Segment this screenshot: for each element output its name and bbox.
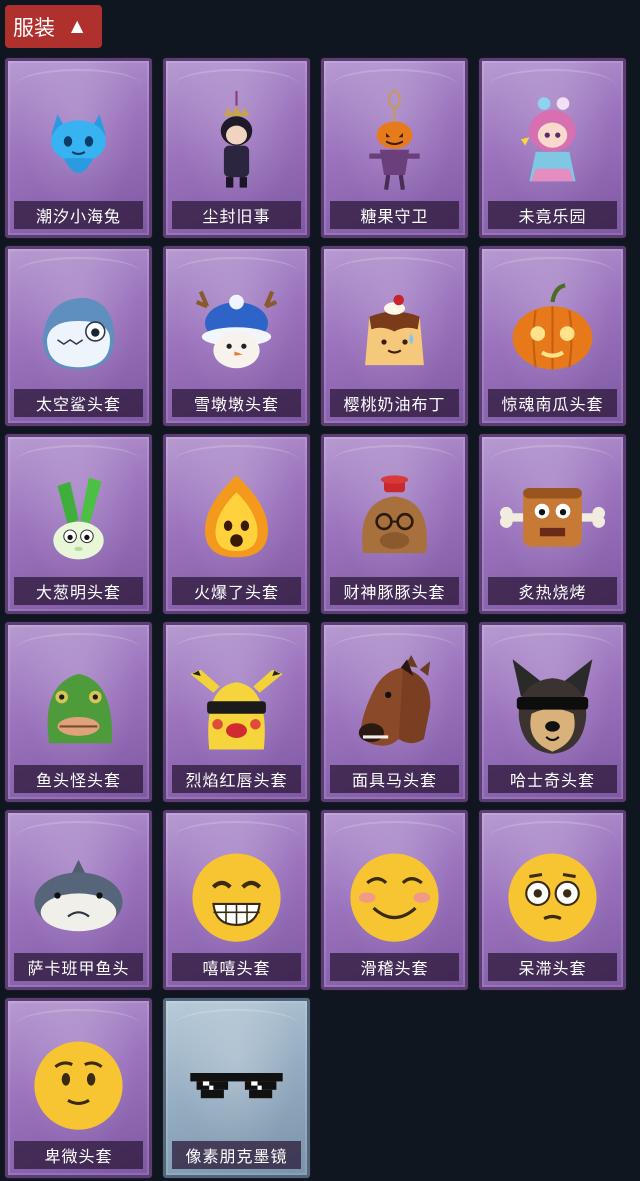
costume-card[interactable]: 惊魂南瓜头套 — [479, 246, 626, 426]
costume-name: 萨卡班甲鱼头 — [14, 953, 143, 981]
bbq-meat-icon — [500, 463, 605, 575]
costume-card[interactable]: 太空鲨头套 — [5, 246, 152, 426]
fish-head-icon — [26, 651, 131, 763]
costume-card[interactable]: 嘻嘻头套 — [163, 810, 310, 990]
costume-name: 鱼头怪头套 — [14, 765, 143, 793]
costume-name: 火爆了头套 — [172, 577, 301, 605]
costume-card[interactable]: 面具马头套 — [321, 622, 468, 802]
pudding-head-icon — [342, 275, 447, 387]
costume-card[interactable]: 雪墩墩头套 — [163, 246, 310, 426]
blank-stare-emoji-head-icon — [500, 839, 605, 951]
costume-card[interactable]: 萨卡班甲鱼头 — [5, 810, 152, 990]
snowman-head-icon — [184, 275, 289, 387]
costume-grid: 潮汐小海兔 尘封旧事 糖果守卫 未竟乐园 太空鲨头套 雪墩墩头套 樱桃奶油布丁 … — [5, 58, 626, 1178]
costume-name: 财神豚豚头套 — [330, 577, 459, 605]
costume-card[interactable]: 炙热烧烤 — [479, 434, 626, 614]
grin-emoji-head-icon — [184, 839, 289, 951]
costume-name: 像素朋克墨镜 — [172, 1141, 301, 1169]
sea-rabbit-icon — [26, 87, 131, 199]
category-title: 服装 — [13, 15, 55, 40]
yellow-mascot-head-icon — [184, 651, 289, 763]
husky-head-icon — [500, 651, 605, 763]
costume-name: 哈士奇头套 — [488, 765, 617, 793]
pumpkin-head-icon — [500, 275, 605, 387]
costume-card[interactable]: 大葱明头套 — [5, 434, 152, 614]
costume-card[interactable]: 呆滞头套 — [479, 810, 626, 990]
costume-card[interactable]: 糖果守卫 — [321, 58, 468, 238]
costume-name: 炙热烧烤 — [488, 577, 617, 605]
costume-card[interactable]: 鱼头怪头套 — [5, 622, 152, 802]
silly-smile-emoji-head-icon — [342, 839, 447, 951]
costume-name: 大葱明头套 — [14, 577, 143, 605]
costume-card[interactable]: 像素朋克墨镜 — [163, 998, 310, 1178]
pumpkin-scarecrow-charm-icon — [342, 87, 447, 199]
costume-name: 面具马头套 — [330, 765, 459, 793]
costume-card[interactable]: 财神豚豚头套 — [321, 434, 468, 614]
costume-card[interactable]: 火爆了头套 — [163, 434, 310, 614]
costume-name: 太空鲨头套 — [14, 389, 143, 417]
costume-name: 嘻嘻头套 — [172, 953, 301, 981]
costume-card[interactable]: 潮汐小海兔 — [5, 58, 152, 238]
costume-card[interactable]: 哈士奇头套 — [479, 622, 626, 802]
humble-emoji-head-icon — [26, 1027, 131, 1139]
costume-name: 樱桃奶油布丁 — [330, 389, 459, 417]
sacabambaspis-head-icon — [26, 839, 131, 951]
costume-card[interactable]: 樱桃奶油布丁 — [321, 246, 468, 426]
chevron-up-icon[interactable]: ▲ — [71, 17, 83, 34]
pixel-sunglasses-icon — [184, 1027, 289, 1139]
costume-name: 烈焰红唇头套 — [172, 765, 301, 793]
costume-card[interactable]: 未竟乐园 — [479, 58, 626, 238]
costume-name: 呆滞头套 — [488, 953, 617, 981]
costume-card[interactable]: 滑稽头套 — [321, 810, 468, 990]
costume-name: 惊魂南瓜头套 — [488, 389, 617, 417]
scallion-head-icon — [26, 463, 131, 575]
capybara-head-icon — [342, 463, 447, 575]
costume-name: 糖果守卫 — [330, 201, 459, 229]
horse-mask-icon — [342, 651, 447, 763]
pink-hair-doll-icon — [500, 87, 605, 199]
shark-head-icon — [26, 275, 131, 387]
costume-name: 潮汐小海兔 — [14, 201, 143, 229]
fire-head-icon — [184, 463, 289, 575]
costume-name: 尘封旧事 — [172, 201, 301, 229]
costume-card[interactable]: 尘封旧事 — [163, 58, 310, 238]
costume-name: 滑稽头套 — [330, 953, 459, 981]
costume-name: 未竟乐园 — [488, 201, 617, 229]
costume-category-tab[interactable]: 服装 ▲ — [5, 5, 102, 48]
costume-page: 服装 ▲ 潮汐小海兔 尘封旧事 糖果守卫 未竟乐园 太空鲨头套 雪墩墩头套 樱桃… — [0, 0, 640, 1181]
costume-card[interactable]: 烈焰红唇头套 — [163, 622, 310, 802]
costume-card[interactable]: 卑微头套 — [5, 998, 152, 1178]
costume-name: 卑微头套 — [14, 1141, 143, 1169]
costume-name: 雪墩墩头套 — [172, 389, 301, 417]
dark-costume-doll-icon — [184, 87, 289, 199]
